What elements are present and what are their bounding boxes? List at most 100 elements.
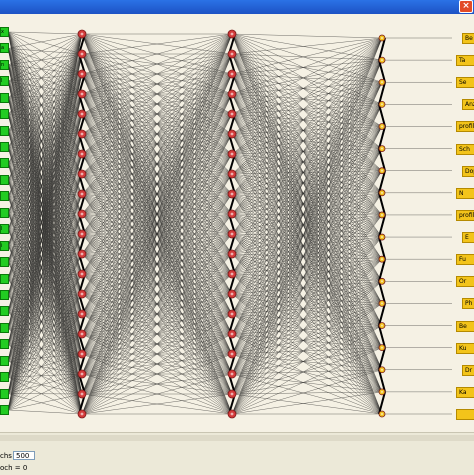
node-highlight	[381, 413, 383, 415]
input-label	[0, 142, 9, 152]
close-icon: ×	[462, 1, 470, 11]
edge-hidden2-output	[232, 374, 382, 392]
input-label	[0, 158, 9, 168]
input-label	[0, 306, 9, 316]
network-graph	[0, 14, 474, 432]
input-label: x	[0, 27, 9, 37]
node-highlight	[231, 333, 234, 336]
input-label: l	[0, 76, 9, 86]
node-highlight	[231, 73, 234, 76]
node-highlight	[381, 192, 383, 194]
output-label: Ka	[456, 387, 474, 398]
input-label	[0, 274, 9, 284]
output-label: Doppe	[462, 166, 474, 177]
input-label	[0, 126, 9, 136]
horizontal-scrollbar[interactable]	[0, 435, 474, 441]
node-highlight	[81, 133, 84, 136]
node-highlight	[231, 133, 234, 136]
node-highlight	[381, 170, 383, 172]
node-highlight	[231, 413, 234, 416]
node-highlight	[231, 393, 234, 396]
input-label: a	[0, 43, 9, 53]
output-label: Fu	[456, 254, 474, 265]
node-highlight	[81, 113, 84, 116]
edge-input-hidden1	[8, 32, 82, 34]
output-label: profilierl	[456, 210, 474, 221]
node-highlight	[231, 53, 234, 56]
output-label: profilierl	[456, 121, 474, 132]
edge-hidden2-output	[232, 392, 382, 414]
node-highlight	[81, 193, 84, 196]
node-highlight	[231, 253, 234, 256]
input-label	[0, 175, 9, 185]
node-highlight	[381, 59, 383, 61]
edge-hidden2-output	[232, 34, 382, 392]
node-highlight	[231, 113, 234, 116]
node-highlight	[81, 373, 84, 376]
input-label	[0, 339, 9, 349]
node-highlight	[381, 125, 383, 127]
epochs-input[interactable]: 500	[13, 451, 35, 460]
node-highlight	[231, 193, 234, 196]
node-highlight	[81, 313, 84, 316]
input-label	[0, 208, 9, 218]
node-highlight	[81, 93, 84, 96]
input-label	[0, 372, 9, 382]
edge-input-hidden1	[8, 394, 82, 414]
epoch-status: och = 0	[0, 464, 27, 472]
node-highlight	[231, 313, 234, 316]
input-label	[0, 93, 9, 103]
network-canvas[interactable]: xanlli BeTaSeAnzprofilierlSchDoppeNprofi…	[0, 14, 474, 432]
input-label	[0, 191, 9, 201]
input-label	[0, 389, 9, 399]
input-label	[0, 290, 9, 300]
node-highlight	[231, 173, 234, 176]
output-label: Ph	[462, 298, 474, 309]
edge-hidden2-output	[232, 38, 382, 54]
node-highlight	[231, 293, 234, 296]
node-highlight	[81, 153, 84, 156]
node-highlight	[81, 353, 84, 356]
edge-hidden2-output	[232, 54, 382, 60]
node-highlight	[81, 53, 84, 56]
edge-hidden2-output	[232, 274, 382, 370]
node-highlight	[381, 302, 383, 304]
node-highlight	[81, 33, 84, 36]
edge-hidden2-output	[232, 34, 382, 38]
node-highlight	[381, 103, 383, 105]
node-highlight	[381, 236, 383, 238]
node-highlight	[381, 81, 383, 83]
epochs-label: chs	[0, 452, 12, 460]
node-highlight	[381, 214, 383, 216]
node-highlight	[381, 347, 383, 349]
node-highlight	[81, 233, 84, 236]
node-highlight	[81, 273, 84, 276]
edge-input-hidden1	[8, 377, 82, 394]
node-highlight	[231, 33, 234, 36]
edge-hidden2-output	[232, 60, 382, 74]
edge-hidden2-output	[232, 34, 382, 104]
output-label	[456, 409, 474, 420]
input-label: n	[0, 60, 9, 70]
edge-input-hidden1	[8, 374, 82, 410]
edge-hidden2-output	[232, 370, 382, 414]
node-highlight	[231, 353, 234, 356]
input-label: i	[0, 241, 9, 251]
node-highlight	[81, 393, 84, 396]
node-highlight	[81, 293, 84, 296]
edge-hidden2-output	[232, 254, 382, 281]
edge-input-hidden1	[8, 410, 82, 414]
window-titlebar: ×	[0, 0, 474, 14]
node-highlight	[81, 213, 84, 216]
node-highlight	[381, 391, 383, 393]
input-label: l	[0, 224, 9, 234]
close-button[interactable]: ×	[459, 0, 473, 13]
input-label	[0, 356, 9, 366]
node-highlight	[231, 233, 234, 236]
node-highlight	[81, 253, 84, 256]
output-label: Dr	[462, 365, 474, 376]
node-highlight	[81, 73, 84, 76]
output-label: Ku	[456, 343, 474, 354]
output-label: Ta	[456, 55, 474, 66]
node-highlight	[381, 37, 383, 39]
